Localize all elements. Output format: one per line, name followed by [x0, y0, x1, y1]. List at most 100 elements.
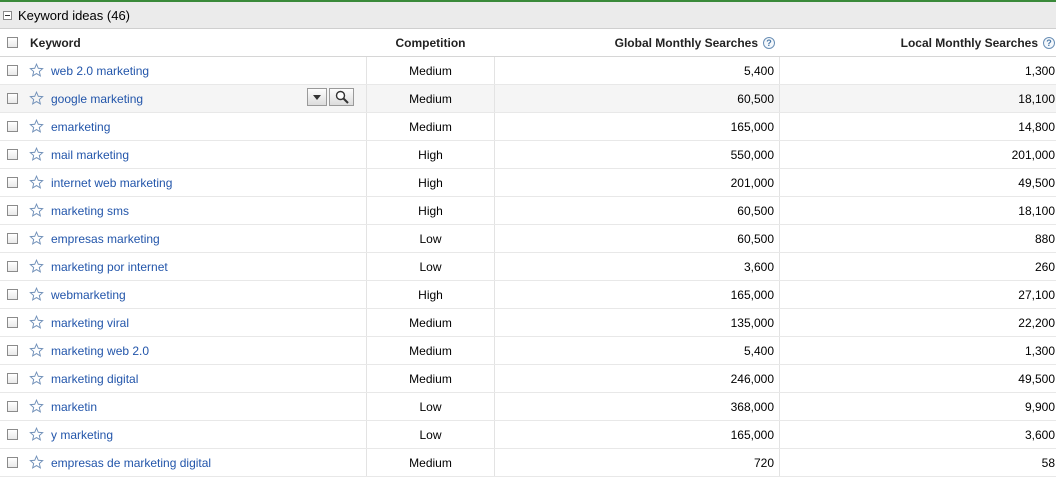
- star-icon[interactable]: [29, 147, 44, 162]
- keyword-ideas-header[interactable]: Keyword ideas (46): [0, 2, 1056, 29]
- keyword-column-label: Keyword: [30, 35, 81, 50]
- global-searches-value: 368,000: [730, 399, 774, 414]
- keyword-link[interactable]: marketing sms: [51, 204, 129, 218]
- keyword-link[interactable]: marketin: [51, 400, 97, 414]
- select-all-checkbox[interactable]: [6, 37, 18, 48]
- row-checkbox[interactable]: [6, 177, 18, 188]
- row-select-cell: [0, 337, 24, 364]
- global-searches-column-header[interactable]: Global Monthly Searches ?: [496, 29, 780, 56]
- row-checkbox[interactable]: [6, 373, 18, 384]
- table-row: marketin Low 368,000 9,900: [0, 393, 1056, 421]
- star-icon[interactable]: [29, 287, 44, 302]
- global-searches-cell: 368,000: [496, 393, 780, 420]
- help-icon[interactable]: ?: [763, 36, 775, 49]
- row-checkbox[interactable]: [6, 261, 18, 272]
- global-searches-cell: 5,400: [496, 57, 780, 84]
- local-searches-cell: 18,100: [781, 85, 1056, 112]
- competition-value: Medium: [409, 119, 452, 134]
- competition-value: High: [418, 203, 443, 218]
- local-searches-value: 880: [1034, 231, 1055, 246]
- star-icon[interactable]: [29, 371, 44, 386]
- table-row: marketing web 2.0 Medium 5,400 1,300: [0, 337, 1056, 365]
- keyword-link[interactable]: empresas marketing: [51, 232, 160, 246]
- star-icon[interactable]: [29, 343, 44, 358]
- global-searches-cell: 720: [496, 449, 780, 476]
- row-checkbox[interactable]: [6, 233, 18, 244]
- star-icon[interactable]: [29, 399, 44, 414]
- help-icon[interactable]: ?: [1043, 36, 1055, 49]
- row-select-cell: [0, 421, 24, 448]
- row-checkbox[interactable]: [6, 205, 18, 216]
- row-checkbox[interactable]: [6, 429, 18, 440]
- keyword-link[interactable]: webmarketing: [51, 288, 126, 302]
- star-icon[interactable]: [29, 63, 44, 78]
- row-checkbox[interactable]: [6, 289, 18, 300]
- competition-column-label: Competition: [395, 35, 466, 50]
- global-searches-value: 720: [753, 455, 774, 470]
- keyword-link[interactable]: mail marketing: [51, 148, 129, 162]
- dropdown-button[interactable]: [307, 88, 327, 106]
- collapse-icon[interactable]: [3, 10, 12, 20]
- row-checkbox[interactable]: [6, 93, 18, 104]
- competition-value: Low: [419, 399, 442, 414]
- row-checkbox[interactable]: [6, 345, 18, 356]
- local-searches-value: 18,100: [1018, 203, 1055, 218]
- row-checkbox[interactable]: [6, 149, 18, 160]
- competition-cell: Low: [366, 225, 495, 252]
- competition-value: Medium: [409, 343, 452, 358]
- star-icon[interactable]: [29, 315, 44, 330]
- global-searches-value: 201,000: [730, 175, 774, 190]
- keyword-cell: marketin: [27, 393, 365, 420]
- global-searches-value: 165,000: [730, 287, 774, 302]
- row-checkbox[interactable]: [6, 401, 18, 412]
- keyword-link[interactable]: empresas de marketing digital: [51, 456, 211, 470]
- global-searches-cell: 550,000: [496, 141, 780, 168]
- row-select-cell: [0, 169, 24, 196]
- global-searches-value: 165,000: [730, 427, 774, 442]
- keyword-link[interactable]: web 2.0 marketing: [51, 64, 149, 78]
- star-icon[interactable]: [29, 259, 44, 274]
- star-icon[interactable]: [29, 455, 44, 470]
- keyword-link[interactable]: google marketing: [51, 92, 143, 106]
- keyword-link[interactable]: emarketing: [51, 120, 110, 134]
- table-row: mail marketing High 550,000 201,000: [0, 141, 1056, 169]
- star-icon[interactable]: [29, 119, 44, 134]
- global-searches-value: 60,500: [737, 91, 774, 106]
- keyword-link[interactable]: y marketing: [51, 428, 113, 442]
- keyword-cell: mail marketing: [27, 141, 365, 168]
- row-select-cell: [0, 85, 24, 112]
- local-searches-cell: 260: [781, 253, 1056, 280]
- competition-column-header[interactable]: Competition: [366, 29, 495, 56]
- keyword-cell: marketing por internet: [27, 253, 365, 280]
- row-checkbox[interactable]: [6, 317, 18, 328]
- keyword-cell: marketing digital: [27, 365, 365, 392]
- keyword-link[interactable]: marketing por internet: [51, 260, 168, 274]
- keyword-column-header[interactable]: Keyword: [30, 29, 368, 56]
- local-searches-column-header[interactable]: Local Monthly Searches ?: [781, 29, 1056, 56]
- keyword-link[interactable]: internet web marketing: [51, 176, 172, 190]
- row-checkbox[interactable]: [6, 457, 18, 468]
- row-select-cell: [0, 141, 24, 168]
- table-row: google marketing Medium 60,500 18,100: [0, 85, 1056, 113]
- keyword-link[interactable]: marketing digital: [51, 372, 138, 386]
- competition-value: Low: [419, 427, 442, 442]
- row-checkbox[interactable]: [6, 65, 18, 76]
- row-checkbox[interactable]: [6, 121, 18, 132]
- search-button[interactable]: [329, 88, 354, 106]
- keyword-link[interactable]: marketing viral: [51, 316, 129, 330]
- keyword-table-body: web 2.0 marketing Medium 5,400 1,300 google …: [0, 57, 1056, 477]
- keyword-link[interactable]: marketing web 2.0: [51, 344, 149, 358]
- star-icon[interactable]: [29, 91, 44, 106]
- global-searches-value: 3,600: [743, 259, 774, 274]
- star-icon[interactable]: [29, 427, 44, 442]
- local-searches-value: 9,900: [1024, 399, 1055, 414]
- row-select-cell: [0, 393, 24, 420]
- competition-cell: Medium: [366, 337, 495, 364]
- star-icon[interactable]: [29, 175, 44, 190]
- star-icon[interactable]: [29, 231, 44, 246]
- global-searches-value: 60,500: [737, 231, 774, 246]
- keyword-cell: web 2.0 marketing: [27, 57, 365, 84]
- competition-value: Low: [419, 231, 442, 246]
- competition-cell: Medium: [366, 365, 495, 392]
- star-icon[interactable]: [29, 203, 44, 218]
